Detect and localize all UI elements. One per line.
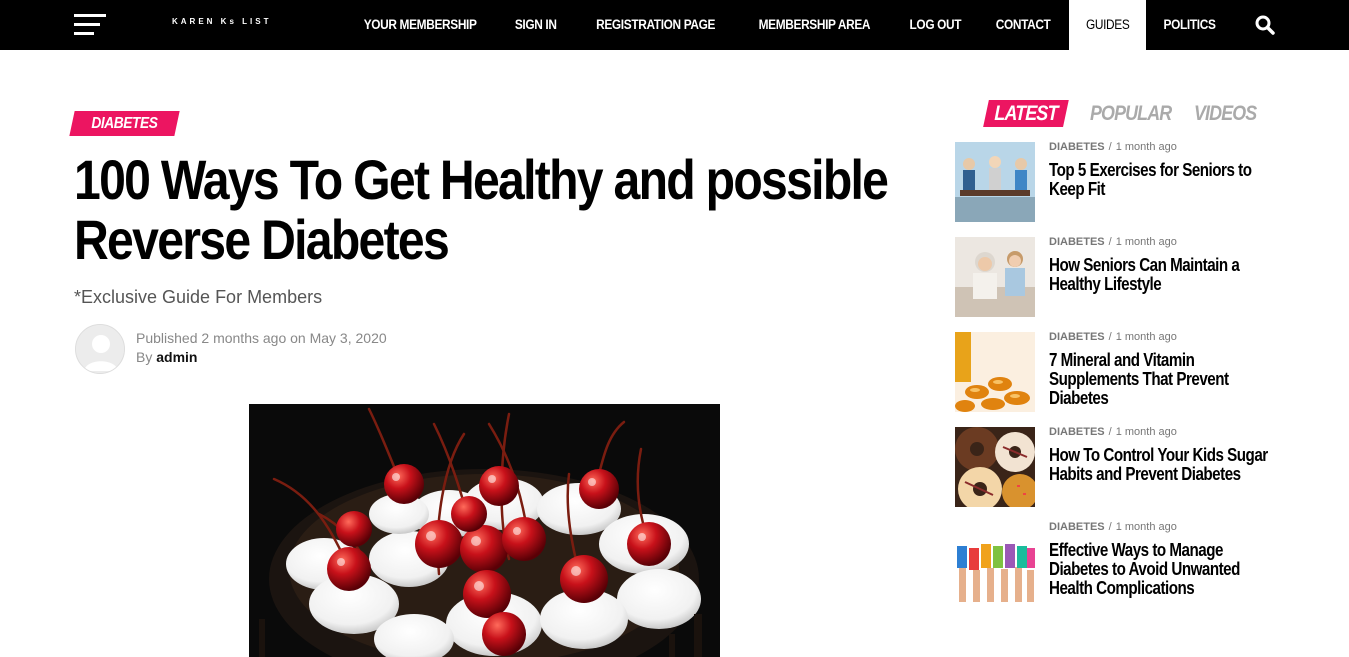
sidebar-post-thumbnail[interactable] bbox=[955, 522, 1035, 602]
default-avatar-icon bbox=[76, 325, 124, 373]
nav-link-membership-area[interactable]: MEMBERSHIP AREA bbox=[746, 0, 882, 50]
published-date: on May 3, 2020 bbox=[290, 330, 387, 346]
category-tag-label: DIABETES bbox=[91, 115, 158, 132]
meta-separator: / bbox=[1108, 141, 1112, 153]
sidebar-post-4[interactable]: DIABETES/1 month ago How To Control Your… bbox=[955, 426, 1285, 507]
main-menu: YOUR MEMBERSHIP SIGN IN REGISTRATION PAG… bbox=[342, 0, 1233, 50]
diabetes-letters-image bbox=[955, 522, 1035, 602]
sidebar-post-meta: DIABETES/1 month ago bbox=[1049, 521, 1177, 533]
article-title-line-1: 100 Ways To Get Healthy and possible bbox=[74, 148, 889, 211]
menu-cell-sign-in: SIGN IN bbox=[498, 0, 573, 50]
menu-cell-contact: CONTACT bbox=[978, 0, 1068, 50]
article-title-line-2: Reverse Diabetes bbox=[74, 208, 450, 271]
sidebar-post-category[interactable]: DIABETES bbox=[1049, 141, 1105, 153]
sidebar-tabs: LATEST POPULAR VIDEOS bbox=[983, 100, 1271, 127]
featured-image bbox=[249, 404, 720, 657]
nav-link-registration-page[interactable]: REGISTRATION PAGE bbox=[584, 0, 728, 50]
sidebar-post-date: 1 month ago bbox=[1115, 426, 1177, 438]
sidebar-post-title[interactable]: Top 5 Exercises for Seniors to Keep Fit bbox=[1049, 160, 1279, 198]
menu-cell-guides: GUIDES bbox=[1068, 0, 1146, 50]
top-navigation-bar: KAREN Ks LIST YOUR MEMBERSHIP SIGN IN RE… bbox=[0, 0, 1349, 50]
sidebar-post-title[interactable]: How Seniors Can Maintain a Healthy Lifes… bbox=[1049, 255, 1279, 293]
meta-separator: / bbox=[1108, 521, 1112, 533]
cherry-cake-illustration bbox=[249, 404, 720, 657]
sidebar-post-2[interactable]: DIABETES/1 month ago How Seniors Can Mai… bbox=[955, 236, 1285, 317]
published-prefix: Published bbox=[136, 330, 198, 346]
sidebar-post-category[interactable]: DIABETES bbox=[1049, 331, 1105, 343]
donuts-image bbox=[955, 427, 1035, 507]
meta-separator: / bbox=[1108, 236, 1112, 248]
article-subtitle: *Exclusive Guide For Members bbox=[74, 287, 323, 307]
sidebar-post-meta: DIABETES/1 month ago bbox=[1049, 426, 1177, 438]
tab-latest-label: LATEST bbox=[994, 102, 1058, 125]
nav-link-your-membership[interactable]: YOUR MEMBERSHIP bbox=[351, 0, 489, 50]
meta-separator: / bbox=[1108, 331, 1112, 343]
sidebar-post-meta: DIABETES/1 month ago bbox=[1049, 331, 1177, 343]
menu-cell-registration: REGISTRATION PAGE bbox=[574, 0, 737, 50]
sidebar-post-3[interactable]: DIABETES/1 month ago 7 Mineral and Vitam… bbox=[955, 331, 1285, 412]
nav-link-log-out[interactable]: LOG OUT bbox=[897, 0, 973, 50]
tab-popular[interactable]: POPULAR bbox=[1090, 100, 1172, 127]
vitamin-capsules-image bbox=[955, 332, 1035, 412]
sidebar-post-date: 1 month ago bbox=[1115, 236, 1177, 248]
nav-link-sign-in[interactable]: SIGN IN bbox=[503, 0, 569, 50]
sidebar-post-category[interactable]: DIABETES bbox=[1049, 426, 1105, 438]
sidebar-post-category[interactable]: DIABETES bbox=[1049, 521, 1105, 533]
menu-cell-politics: POLITICS bbox=[1146, 0, 1233, 50]
sidebar-post-date: 1 month ago bbox=[1115, 521, 1177, 533]
menu-cell-your-membership: YOUR MEMBERSHIP bbox=[342, 0, 498, 50]
search-icon[interactable] bbox=[1255, 15, 1275, 35]
nav-link-politics[interactable]: POLITICS bbox=[1151, 0, 1228, 50]
nav-link-contact[interactable]: CONTACT bbox=[984, 0, 1063, 50]
sidebar-post-title[interactable]: Effective Ways to Manage Diabetes to Avo… bbox=[1049, 540, 1279, 597]
nav-link-guides[interactable]: GUIDES bbox=[1073, 0, 1142, 50]
article-title: 100 Ways To Get Healthy and possible Rev… bbox=[74, 148, 889, 271]
menu-cell-membership-area: MEMBERSHIP AREA bbox=[737, 0, 892, 50]
published-meta: Published 2 months ago on May 3, 2020 bbox=[136, 330, 387, 346]
by-label: By bbox=[136, 349, 153, 365]
tab-latest[interactable]: LATEST bbox=[983, 100, 1069, 127]
sidebar-post-title[interactable]: 7 Mineral and Vitamin Supplements That P… bbox=[1049, 350, 1279, 407]
author-avatar[interactable] bbox=[75, 324, 125, 374]
sidebar-post-1[interactable]: DIABETES/1 month ago Top 5 Exercises for… bbox=[955, 141, 1285, 222]
published-ago: 2 months ago bbox=[201, 330, 287, 346]
sidebar-post-thumbnail[interactable] bbox=[955, 427, 1035, 507]
tab-videos[interactable]: VIDEOS bbox=[1194, 100, 1257, 127]
sidebar-post-thumbnail[interactable] bbox=[955, 142, 1035, 222]
sidebar-post-thumbnail[interactable] bbox=[955, 237, 1035, 317]
category-tag[interactable]: DIABETES bbox=[69, 111, 180, 136]
sidebar-post-thumbnail[interactable] bbox=[955, 332, 1035, 412]
meta-separator: / bbox=[1108, 426, 1112, 438]
sidebar-post-category[interactable]: DIABETES bbox=[1049, 236, 1105, 248]
sidebar-post-meta: DIABETES/1 month ago bbox=[1049, 236, 1177, 248]
senior-healthy-lifestyle-image bbox=[955, 237, 1035, 317]
site-logo[interactable]: KAREN Ks LIST bbox=[172, 17, 271, 26]
sidebar-post-date: 1 month ago bbox=[1115, 331, 1177, 343]
seniors-exercise-image bbox=[955, 142, 1035, 222]
sidebar-post-5[interactable]: DIABETES/1 month ago Effective Ways to M… bbox=[955, 521, 1285, 602]
author-meta: By admin bbox=[136, 349, 197, 365]
sidebar-post-date: 1 month ago bbox=[1115, 141, 1177, 153]
sidebar-post-title[interactable]: How To Control Your Kids Sugar Habits an… bbox=[1049, 445, 1279, 483]
menu-cell-log-out: LOG OUT bbox=[892, 0, 979, 50]
hamburger-icon[interactable] bbox=[74, 14, 106, 36]
sidebar-post-meta: DIABETES/1 month ago bbox=[1049, 141, 1177, 153]
author-link[interactable]: admin bbox=[156, 349, 197, 365]
